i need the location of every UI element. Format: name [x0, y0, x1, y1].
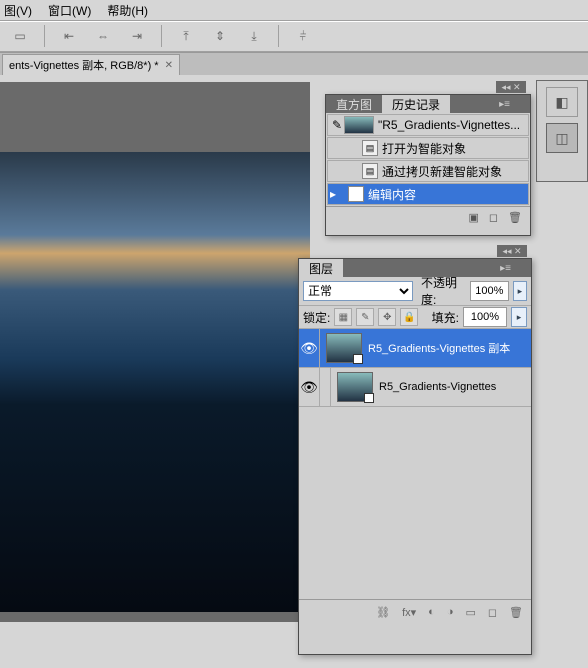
opacity-input[interactable]: 100%	[470, 281, 509, 301]
lock-label: 锁定:	[303, 309, 330, 326]
close-icon[interactable]: ✕	[165, 60, 173, 71]
tab-history[interactable]: 历史记录	[382, 95, 450, 113]
doc-icon: ▤	[348, 186, 364, 202]
tab-histogram[interactable]: 直方图	[326, 95, 382, 113]
history-panel: ◂◂ ✕ 直方图 历史记录 ▸≡ ✎ "R5_Gradients-Vignett…	[325, 94, 531, 236]
new-doc-icon[interactable]: ◻	[489, 211, 498, 224]
document-tab-bar: ents-Vignettes 副本, RGB/8*) * ✕	[0, 52, 588, 75]
blend-mode-select[interactable]: 正常	[303, 281, 413, 301]
options-bar: ▭ ⇤ ⇔ ⇥ ⤒ ⇕ ⤓ ⫩	[0, 21, 588, 51]
document-tab[interactable]: ents-Vignettes 副本, RGB/8*) * ✕	[2, 54, 180, 75]
adjustment-icon[interactable]: ◑	[447, 606, 454, 618]
lock-all-icon[interactable]: 🔒	[400, 308, 418, 326]
history-thumb	[344, 116, 374, 134]
opacity-stepper[interactable]: ▸	[513, 281, 527, 301]
history-footer: ▣ ◻ 🗑	[326, 206, 530, 227]
new-layer-icon[interactable]: ◻	[488, 606, 497, 619]
canvas-area	[0, 82, 310, 622]
fill-stepper[interactable]: ▸	[511, 307, 527, 327]
image-canvas[interactable]	[0, 152, 310, 612]
visibility-icon[interactable]: 👁	[299, 368, 320, 406]
align-center-v-icon[interactable]: ⇕	[206, 23, 234, 49]
document-tab-label: ents-Vignettes 副本, RGB/8*) *	[9, 57, 159, 73]
menu-view[interactable]: 图(V)	[4, 2, 32, 19]
visibility-icon[interactable]: 👁	[299, 329, 320, 367]
layer-item[interactable]: 👁 R5_Gradients-Vignettes 副本	[299, 329, 531, 368]
group-icon[interactable]: ▭	[465, 606, 475, 619]
lock-transparent-icon[interactable]: ▦	[334, 308, 352, 326]
menu-bar: 图(V) 窗口(W) 帮助(H)	[0, 0, 588, 20]
align-top-icon[interactable]: ⤒	[172, 23, 200, 49]
link-icon[interactable]: ⛓	[376, 606, 390, 619]
layer-thumb[interactable]	[337, 372, 373, 402]
new-snapshot-icon[interactable]: ▣	[468, 211, 478, 224]
menu-window[interactable]: 窗口(W)	[48, 2, 91, 19]
align-right-icon[interactable]: ⇥	[123, 23, 151, 49]
fill-label: 填充:	[432, 309, 459, 326]
panel-menu-icon[interactable]: ▸≡	[500, 263, 511, 274]
fill-input[interactable]: 100%	[463, 307, 507, 327]
collapse-icon[interactable]: ◂◂ ✕	[497, 245, 527, 257]
doc-icon: ▤	[362, 163, 378, 179]
tab-layers[interactable]: 图层	[299, 259, 343, 277]
lock-position-icon[interactable]: ✥	[378, 308, 396, 326]
tool-btn-1[interactable]: ▭	[6, 23, 34, 49]
doc-icon: ▤	[362, 140, 378, 156]
collapsed-panel-strip: ◧ ◫	[536, 80, 588, 182]
layer-item[interactable]: 👁 R5_Gradients-Vignettes	[299, 368, 531, 407]
align-center-h-icon[interactable]: ⇔	[89, 23, 117, 49]
fx-icon[interactable]: fx▾	[402, 606, 416, 619]
layers-footer: ⛓ fx▾ ◐ ◑ ▭ ◻ 🗑	[299, 599, 531, 624]
history-step-2[interactable]: ▤ 通过拷贝新建智能对象	[327, 160, 529, 182]
lock-pixels-icon[interactable]: ✎	[356, 308, 374, 326]
history-step-3[interactable]: ▸ ▤ 编辑内容	[327, 183, 529, 205]
opacity-label: 不透明度:	[421, 274, 466, 308]
menu-help[interactable]: 帮助(H)	[107, 2, 148, 19]
layers-panel: ◂◂ ✕ 图层 ▸≡ 正常 不透明度: 100% ▸ 锁定: ▦ ✎ ✥ 🔒 填…	[298, 258, 532, 655]
trash-icon[interactable]: 🗑	[508, 211, 522, 224]
mask-icon[interactable]: ◐	[428, 606, 435, 618]
swatches-icon[interactable]: ◫	[546, 123, 578, 153]
align-bottom-icon[interactable]: ⤓	[240, 23, 268, 49]
trash-icon[interactable]: 🗑	[509, 606, 523, 619]
history-step-1[interactable]: ▤ 打开为智能对象	[327, 137, 529, 159]
panel-menu-icon[interactable]: ▸≡	[499, 99, 510, 110]
distribute-icon[interactable]: ⫩	[289, 23, 317, 49]
layer-thumb[interactable]	[326, 333, 362, 363]
histogram-thumb-icon[interactable]: ◧	[546, 87, 578, 117]
history-source[interactable]: ✎ "R5_Gradients-Vignettes...	[327, 114, 529, 136]
layer-list: 👁 R5_Gradients-Vignettes 副本 👁 R5_Gradien…	[299, 329, 531, 599]
collapse-icon[interactable]: ◂◂ ✕	[496, 81, 526, 93]
align-left-icon[interactable]: ⇤	[55, 23, 83, 49]
